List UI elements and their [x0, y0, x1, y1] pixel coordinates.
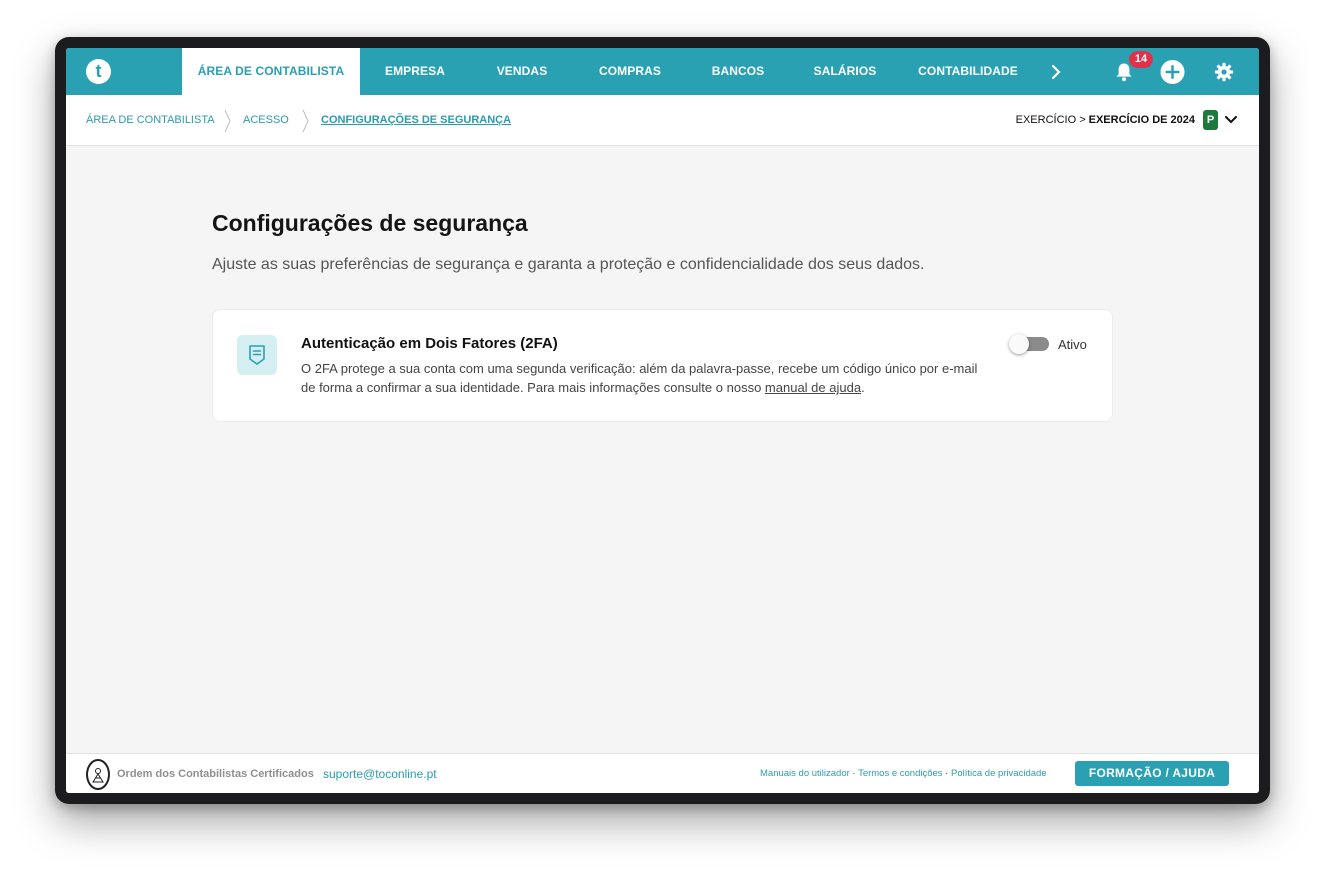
chevron-down-icon[interactable]	[1225, 116, 1237, 124]
occ-seal-logo	[86, 759, 110, 790]
footer-link-terms[interactable]: Termos e condições	[858, 768, 942, 779]
footer-org-name: Ordem dos Contabilistas Certificados	[117, 768, 314, 780]
exercise-status-badge: P	[1203, 110, 1218, 130]
breadcrumb: ÁREA DE CONTABILISTA ACESSO CONFIGURAÇÕE…	[66, 95, 1259, 146]
top-navigation: t ÁREA DE CONTABILISTA EMPRESA VENDAS CO…	[66, 48, 1259, 95]
plus-circle-icon[interactable]	[1160, 59, 1185, 84]
card-description: O 2FA protege a sua conta com uma segund…	[301, 359, 991, 397]
breadcrumb-item-area-contabilista[interactable]: ÁREA DE CONTABILISTA	[86, 95, 215, 146]
toggle-label: Ativo	[1058, 337, 1087, 352]
tab-bancos[interactable]: BANCOS	[700, 48, 776, 95]
tab-contabilidade[interactable]: CONTABILIDADE	[916, 48, 1020, 95]
breadcrumb-item-current[interactable]: CONFIGURAÇÕES DE SEGURANÇA	[321, 95, 511, 146]
app-logo[interactable]: t	[86, 59, 111, 84]
gear-icon[interactable]	[1211, 59, 1236, 84]
exercise-prefix: EXERCÍCIO >	[1015, 114, 1086, 126]
help-manual-link[interactable]: manual de ajuda	[765, 380, 861, 395]
footer-link-manuals[interactable]: Manuais do utilizador	[760, 768, 850, 779]
page-title: Configurações de segurança	[212, 210, 528, 236]
support-email-link[interactable]: suporte@toconline.pt	[323, 767, 437, 781]
device-frame: t ÁREA DE CONTABILISTA EMPRESA VENDAS CO…	[55, 37, 1270, 804]
two-factor-card: Autenticação em Dois Fatores (2FA) O 2FA…	[212, 309, 1113, 422]
card-description-text: O 2FA protege a sua conta com uma segund…	[301, 361, 978, 395]
card-description-suffix: .	[861, 380, 865, 395]
toggle-knob	[1009, 334, 1029, 354]
footer: Ordem dos Contabilistas Certificados sup…	[66, 753, 1259, 793]
tab-salarios[interactable]: SALÁRIOS	[804, 48, 886, 95]
exercise-selector[interactable]: EXERCÍCIO > EXERCÍCIO DE 2024 P	[1016, 108, 1237, 132]
tab-compras[interactable]: COMPRAS	[590, 48, 670, 95]
page-subtitle: Ajuste as suas preferências de segurança…	[212, 256, 925, 273]
footer-link-separator: ·	[942, 768, 951, 779]
footer-link-separator: ·	[849, 768, 859, 779]
two-factor-toggle[interactable]	[1009, 334, 1049, 354]
tab-area-contabilista[interactable]: ÁREA DE CONTABILISTA	[182, 48, 360, 95]
footer-links: Manuais do utilizador · Termos e condiçõ…	[760, 768, 1047, 779]
tab-empresa[interactable]: EMPRESA	[372, 48, 458, 95]
breadcrumb-item-acesso[interactable]: ACESSO	[243, 95, 289, 146]
card-title: Autenticação em Dois Fatores (2FA)	[301, 335, 558, 352]
tab-vendas[interactable]: VENDAS	[486, 48, 558, 95]
breadcrumb-separator-icon	[302, 109, 309, 133]
footer-link-privacy[interactable]: Política de privacidade	[951, 768, 1047, 779]
shield-document-icon	[237, 335, 277, 375]
app-screen: t ÁREA DE CONTABILISTA EMPRESA VENDAS CO…	[66, 48, 1259, 793]
breadcrumb-separator-icon	[224, 109, 231, 133]
chevron-right-icon[interactable]	[1043, 59, 1068, 84]
notification-count-badge: 14	[1129, 51, 1153, 68]
exercise-name: EXERCÍCIO DE 2024	[1088, 114, 1195, 126]
training-help-button[interactable]: FORMAÇÃO / AJUDA	[1075, 761, 1229, 786]
